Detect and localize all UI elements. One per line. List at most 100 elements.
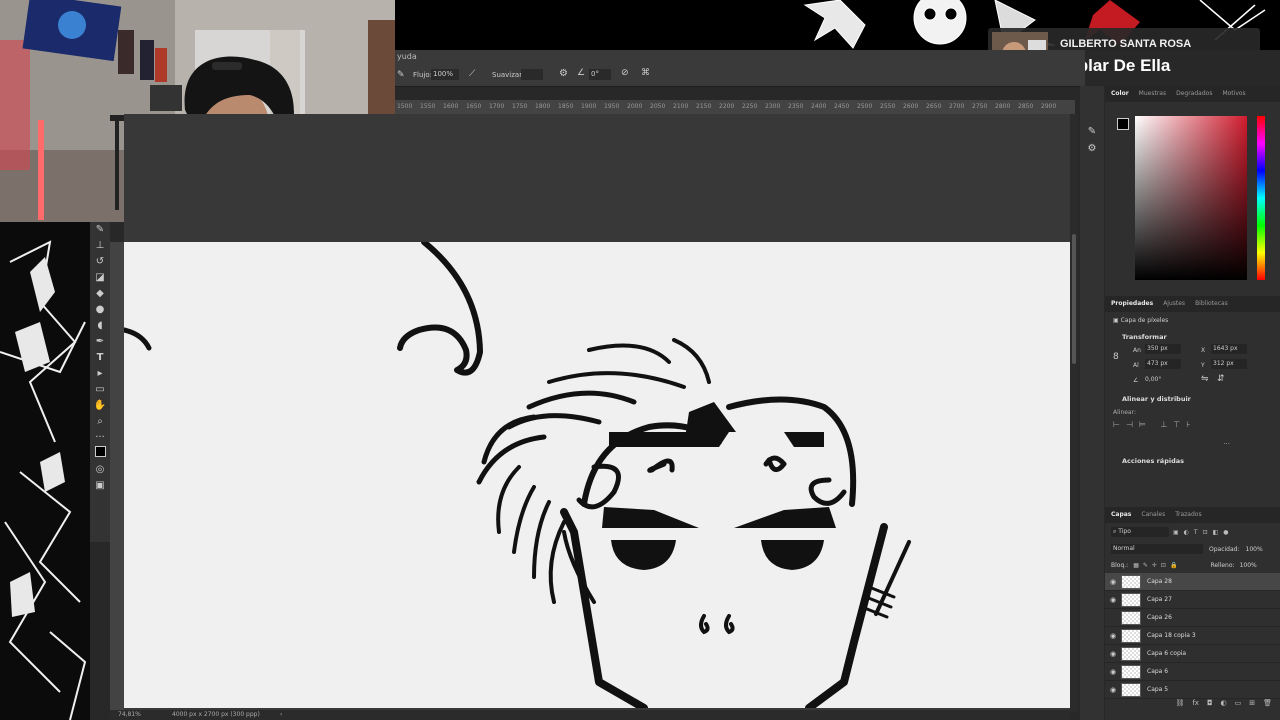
layer-row[interactable]: Capa 26 [1105, 609, 1280, 627]
tab-gradients[interactable]: Degradados [1176, 86, 1212, 102]
ruler-tick: 2500 [857, 103, 873, 110]
visibility-eye-icon[interactable]: ◉ [1105, 650, 1121, 658]
brush-tool-icon[interactable]: ✎ [90, 222, 110, 238]
add-mask-icon[interactable]: ◘ [1207, 699, 1213, 709]
color-picker-field[interactable] [1135, 116, 1247, 280]
rectangle-tool-icon[interactable]: ▭ [90, 382, 110, 398]
zoom-tool-icon[interactable]: ⌕ [90, 414, 110, 430]
layer-name: Capa 5 [1147, 686, 1169, 693]
brush-icon[interactable]: ✎ [397, 70, 405, 80]
tab-adjustments[interactable]: Ajustes [1163, 296, 1185, 312]
visibility-eye-icon[interactable]: ◉ [1105, 596, 1121, 604]
ruler-tick: 1950 [604, 103, 620, 110]
angle-field[interactable]: 0,00° [1145, 375, 1173, 385]
tab-patterns[interactable]: Motivos [1222, 86, 1245, 102]
airbrush-icon[interactable]: ⟋ [469, 69, 475, 79]
layer-row[interactable]: ◉ Capa 27 [1105, 591, 1280, 609]
visibility-eye-icon[interactable]: ◉ [1105, 632, 1121, 640]
adjustment-layer-icon[interactable]: ◐ [1221, 699, 1227, 709]
pixel-layer-icon: ▣ [1113, 317, 1119, 324]
brush-settings-icon[interactable]: ✎ [1080, 126, 1104, 137]
flujo-input[interactable]: 100% [431, 69, 459, 80]
ruler-tick: 2900 [1041, 103, 1057, 110]
symmetry-icon[interactable]: ⌘ [641, 68, 650, 78]
pressure-icon[interactable]: ⊘ [621, 68, 629, 78]
history-brush-icon[interactable]: ↺ [90, 254, 110, 270]
visibility-eye-icon[interactable]: ◉ [1105, 686, 1121, 694]
fx-icon[interactable]: fx [1192, 699, 1199, 709]
document-size: 4000 px x 2700 px (300 ppp) [172, 711, 260, 718]
y-field[interactable]: 312 px [1211, 359, 1247, 369]
more-options-icon[interactable]: ··· [1105, 440, 1280, 454]
vertical-scrollbar[interactable] [1070, 114, 1078, 712]
tab-properties[interactable]: Propiedades [1111, 296, 1153, 312]
layers-panel-tabs: Capas Canales Trazados [1105, 507, 1280, 523]
more-tools-icon[interactable]: ··· [90, 430, 110, 446]
hand-tool-icon[interactable]: ✋ [90, 398, 110, 414]
width-field[interactable]: 350 px [1145, 344, 1181, 354]
lock-icons[interactable]: ▦✎✛⊡🔒 [1133, 562, 1181, 569]
new-layer-icon[interactable]: ⊞ [1249, 699, 1255, 709]
opacity-value[interactable]: 100% [1246, 546, 1263, 553]
foreground-swatch[interactable] [1117, 118, 1129, 130]
flip-horizontal-icon[interactable]: ⇋ [1201, 374, 1209, 384]
link-icon[interactable]: 8 [1113, 352, 1119, 362]
layer-row[interactable]: ◉ Capa 5 [1105, 681, 1280, 699]
tab-libraries[interactable]: Bibliotecas [1195, 296, 1228, 312]
tab-color[interactable]: Color [1111, 86, 1129, 102]
tab-swatches[interactable]: Muestras [1139, 86, 1166, 102]
adjustments-icon[interactable]: ⚙ [1080, 143, 1104, 154]
quick-actions-title[interactable]: Acciones rápidas [1105, 454, 1280, 468]
fill-label: Relleno: [1210, 561, 1235, 569]
visibility-eye-icon[interactable]: ◉ [1105, 578, 1121, 586]
dodge-tool-icon[interactable]: ◖ [90, 318, 110, 334]
zoom-level[interactable]: 74,81% [118, 710, 141, 720]
layer-row[interactable]: ◉ Capa 6 [1105, 663, 1280, 681]
document-canvas[interactable] [121, 239, 1070, 712]
visibility-eye-icon[interactable]: ◉ [1105, 668, 1121, 676]
height-field[interactable]: 473 px [1145, 359, 1181, 369]
left-ruler [110, 242, 124, 712]
tab-layers[interactable]: Capas [1111, 507, 1131, 523]
quick-mask-icon[interactable]: ◎ [90, 462, 110, 478]
blend-mode-select[interactable]: Normal [1111, 544, 1203, 554]
ruler-tick: 1600 [443, 103, 459, 110]
type-tool-icon[interactable]: T [90, 350, 110, 366]
layer-filter-icons[interactable]: ▣◐T⊡◧● [1173, 529, 1234, 536]
layer-row[interactable]: ◉ Capa 28 [1105, 573, 1280, 591]
gear-icon[interactable]: ⚙ [559, 68, 568, 79]
eraser-tool-icon[interactable]: ◪ [90, 270, 110, 286]
trash-icon[interactable]: 🗑 [1263, 699, 1272, 709]
link-layers-icon[interactable]: ⛓ [1175, 699, 1184, 709]
lock-label: Bloq.: [1111, 561, 1129, 569]
fill-value[interactable]: 100% [1240, 562, 1257, 569]
layer-row[interactable]: ◉ Capa 6 copia [1105, 645, 1280, 663]
color-panel-tabs: Color Muestras Degradados Motivos [1105, 86, 1280, 102]
align-section-title[interactable]: Alinear y distribuir [1105, 392, 1280, 406]
ruler-tick: 1850 [558, 103, 574, 110]
paint-bucket-icon[interactable]: ◆ [90, 286, 110, 302]
ruler-tick: 2200 [719, 103, 735, 110]
ruler-tick: 2650 [926, 103, 942, 110]
stamp-tool-icon[interactable]: ⊥ [90, 238, 110, 254]
blur-tool-icon[interactable]: ● [90, 302, 110, 318]
menu-help[interactable]: yuda [395, 52, 417, 61]
new-group-icon[interactable]: ▭ [1235, 699, 1242, 709]
pen-tool-icon[interactable]: ✒ [90, 334, 110, 350]
layer-filter-select[interactable]: ⌕ Tipo [1111, 527, 1169, 537]
flip-vertical-icon[interactable]: ⇵ [1217, 374, 1225, 384]
hue-slider[interactable] [1257, 116, 1265, 280]
path-selection-icon[interactable]: ▸ [90, 366, 110, 382]
screen-mode-icon[interactable]: ▣ [90, 478, 110, 494]
tab-channels[interactable]: Canales [1141, 507, 1165, 523]
status-arrow-icon[interactable]: › [280, 710, 282, 720]
scroll-thumb[interactable] [1072, 234, 1076, 364]
transform-section-title[interactable]: Transformar [1105, 330, 1280, 344]
angle-input[interactable]: 0° [589, 69, 611, 80]
align-buttons[interactable]: ⊢⊣⊨ ⊥⊤⊦ [1105, 420, 1280, 440]
color-swatches-icon[interactable] [90, 446, 110, 462]
tab-paths[interactable]: Trazados [1175, 507, 1201, 523]
suavizar-input[interactable] [521, 69, 543, 80]
x-field[interactable]: 1643 px [1211, 344, 1247, 354]
layer-row[interactable]: ◉ Capa 18 copia 3 [1105, 627, 1280, 645]
